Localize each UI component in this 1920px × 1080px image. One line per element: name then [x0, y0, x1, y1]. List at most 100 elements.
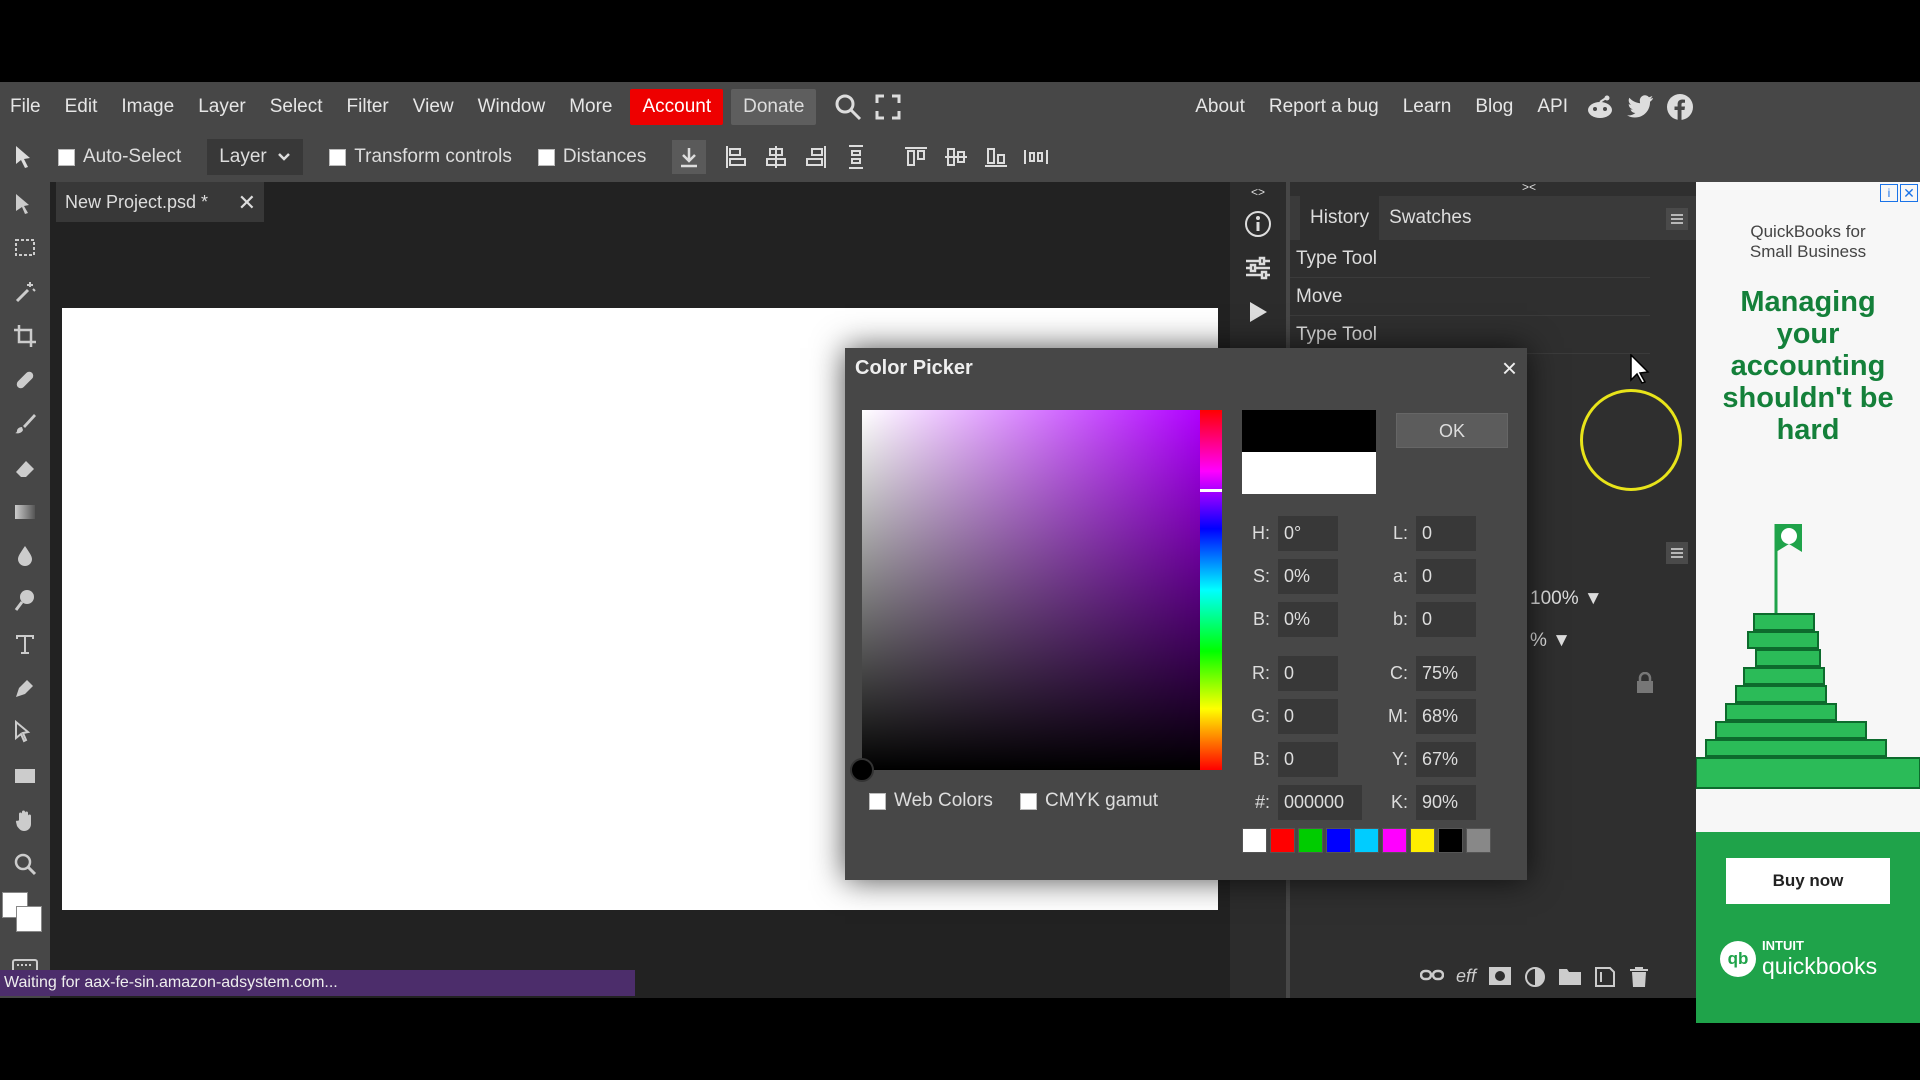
ok-button[interactable]: OK	[1396, 413, 1508, 448]
magenta-input[interactable]: 68%	[1416, 699, 1476, 734]
menu-select[interactable]: Select	[258, 89, 335, 125]
close-icon[interactable]: ×	[1502, 348, 1517, 388]
panel-collapse-icon[interactable]: ><	[1522, 180, 1536, 194]
menu-file[interactable]: File	[0, 89, 53, 125]
trash-icon[interactable]	[1628, 966, 1650, 994]
type-tool[interactable]	[0, 622, 50, 666]
mask-icon[interactable]	[1488, 966, 1512, 994]
align-right-icon[interactable]	[796, 137, 836, 177]
transform-controls-checkbox[interactable]	[329, 148, 347, 166]
shape-tool[interactable]	[0, 754, 50, 798]
hue-input[interactable]: 0°	[1278, 516, 1338, 551]
gradient-tool[interactable]	[0, 490, 50, 534]
download-icon[interactable]	[672, 140, 707, 174]
brightness-input[interactable]: 0%	[1278, 602, 1338, 637]
align-middle-icon[interactable]	[936, 137, 976, 177]
dock-collapse-icon[interactable]: <>	[1230, 182, 1286, 202]
palette-swatch[interactable]	[1354, 828, 1379, 853]
align-center-h-icon[interactable]	[756, 137, 796, 177]
palette-swatch[interactable]	[1298, 828, 1323, 853]
tab-history[interactable]: History	[1300, 196, 1380, 240]
cmyk-gamut-checkbox[interactable]	[1020, 792, 1037, 810]
palette-swatch[interactable]	[1326, 828, 1351, 853]
panel-menu-icon[interactable]	[1666, 208, 1688, 230]
menu-learn[interactable]: Learn	[1391, 89, 1464, 125]
info-icon[interactable]	[1230, 202, 1286, 246]
layers-panel-menu-icon[interactable]	[1666, 542, 1688, 564]
zoom-tool[interactable]	[0, 842, 50, 886]
path-select-tool[interactable]	[0, 710, 50, 754]
distances-option[interactable]: Distances	[537, 146, 646, 168]
menu-image[interactable]: Image	[109, 89, 186, 125]
adjustments-icon[interactable]	[1230, 246, 1286, 290]
hue-marker[interactable]	[1200, 489, 1222, 493]
ad-close-icons[interactable]: i ✕	[1880, 184, 1918, 202]
marquee-tool[interactable]	[0, 226, 50, 270]
menu-window[interactable]: Window	[466, 89, 558, 125]
menu-api[interactable]: API	[1525, 89, 1580, 125]
align-top-icon[interactable]	[896, 137, 936, 177]
folder-icon[interactable]	[1558, 966, 1582, 994]
transform-controls-option[interactable]: Transform controls	[329, 146, 512, 168]
fullscreen-icon[interactable]	[868, 87, 908, 127]
menu-report-bug[interactable]: Report a bug	[1257, 89, 1391, 125]
align-bottom-icon[interactable]	[976, 137, 1016, 177]
hand-tool[interactable]	[0, 798, 50, 842]
blue-input[interactable]: 0	[1278, 742, 1338, 777]
red-input[interactable]: 0	[1278, 656, 1338, 691]
lab-l-input[interactable]: 0	[1416, 516, 1476, 551]
eraser-tool[interactable]	[0, 446, 50, 490]
donate-button[interactable]: Donate	[731, 89, 817, 125]
palette-swatch[interactable]	[1270, 828, 1295, 853]
adjustment-layer-icon[interactable]	[1524, 966, 1546, 994]
reddit-icon[interactable]	[1580, 87, 1620, 127]
distribute-v-icon[interactable]	[836, 137, 876, 177]
opacity-value[interactable]: 100% ▼	[1530, 588, 1603, 610]
saturation-input[interactable]: 0%	[1278, 559, 1338, 594]
document-tab[interactable]: New Project.psd * ✕	[56, 182, 264, 222]
dodge-tool[interactable]	[0, 578, 50, 622]
palette-swatch[interactable]	[1382, 828, 1407, 853]
menu-about[interactable]: About	[1183, 89, 1257, 125]
close-icon[interactable]: ✕	[238, 190, 256, 216]
search-icon[interactable]	[828, 87, 868, 127]
align-left-icon[interactable]	[716, 137, 756, 177]
saturation-value-field[interactable]	[862, 410, 1200, 770]
twitter-icon[interactable]	[1620, 87, 1660, 127]
move-tool-icon[interactable]	[0, 137, 50, 177]
menu-filter[interactable]: Filter	[335, 89, 401, 125]
facebook-icon[interactable]	[1660, 87, 1700, 127]
lab-a-input[interactable]: 0	[1416, 559, 1476, 594]
fill-value[interactable]: % ▼	[1530, 630, 1571, 652]
ad-info-icon[interactable]: i	[1880, 184, 1898, 202]
blur-tool[interactable]	[0, 534, 50, 578]
auto-select-option[interactable]: Auto-Select	[58, 146, 181, 168]
pen-tool[interactable]	[0, 666, 50, 710]
menu-layer[interactable]: Layer	[186, 89, 258, 125]
web-colors-checkbox[interactable]	[869, 792, 886, 810]
sv-marker[interactable]	[850, 758, 874, 782]
palette-swatch[interactable]	[1410, 828, 1435, 853]
cyan-input[interactable]: 75%	[1416, 656, 1476, 691]
background-color[interactable]	[16, 906, 42, 932]
account-button[interactable]: Account	[630, 89, 724, 125]
distances-checkbox[interactable]	[537, 148, 555, 166]
layer-select[interactable]: Layer	[207, 139, 304, 175]
history-item[interactable]: Move	[1290, 278, 1650, 316]
web-colors-option[interactable]: Web Colors	[869, 790, 993, 812]
menu-more[interactable]: More	[557, 89, 624, 125]
hue-slider[interactable]	[1200, 410, 1222, 770]
ad-buy-now-button[interactable]: Buy now	[1726, 858, 1890, 904]
black-input[interactable]: 90%	[1416, 785, 1476, 820]
play-icon[interactable]	[1230, 290, 1286, 334]
yellow-input[interactable]: 67%	[1416, 742, 1476, 777]
palette-swatch[interactable]	[1438, 828, 1463, 853]
color-swatches[interactable]	[0, 886, 50, 936]
tab-swatches[interactable]: Swatches	[1379, 196, 1481, 240]
link-icon[interactable]	[1419, 966, 1445, 994]
effects-icon[interactable]: eff	[1456, 966, 1476, 994]
lab-b-input[interactable]: 0	[1416, 602, 1476, 637]
lock-icon[interactable]	[1635, 671, 1655, 700]
cmyk-gamut-option[interactable]: CMYK gamut	[1020, 790, 1158, 812]
menu-blog[interactable]: Blog	[1463, 89, 1525, 125]
